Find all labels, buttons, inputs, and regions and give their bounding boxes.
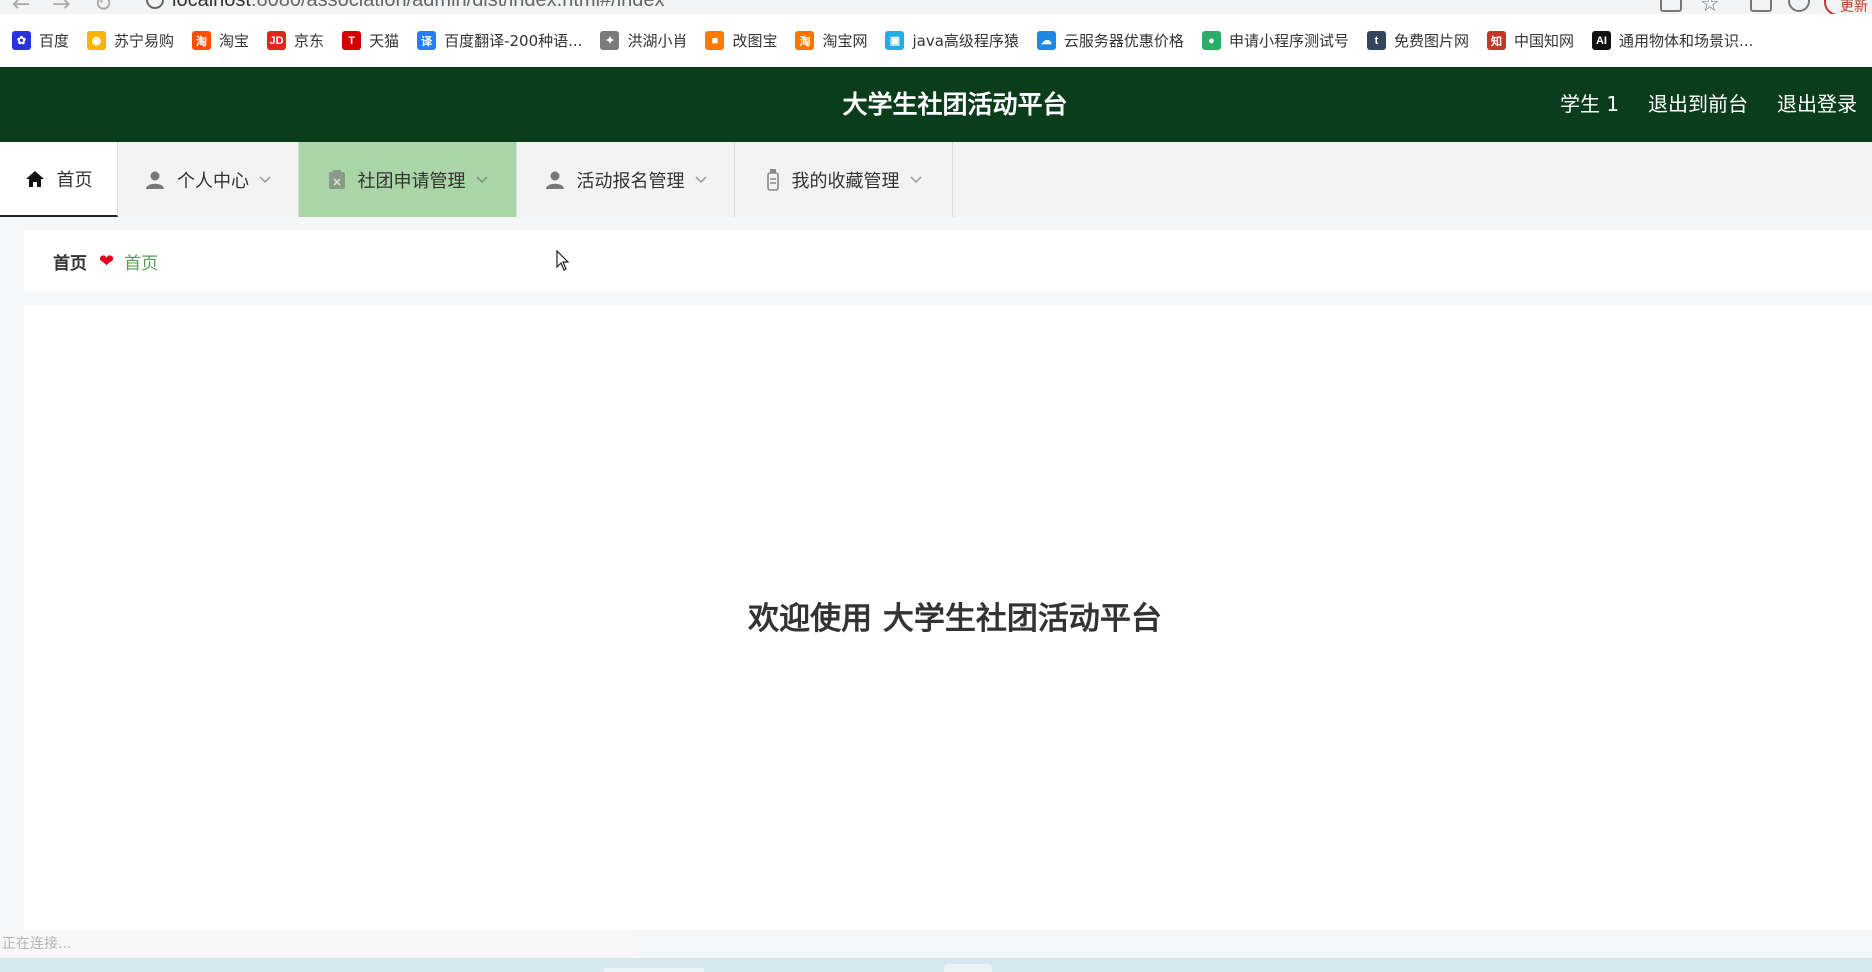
bookmark-item[interactable]: ● 申请小程序测试号	[1201, 14, 1349, 67]
bookmark-item[interactable]: ◉ 苏宁易购	[87, 14, 174, 67]
welcome-message: 欢迎使用 大学生社团活动平台	[748, 601, 1162, 637]
menu-item-activity-signup[interactable]: 活动报名管理	[517, 142, 735, 217]
bookmark-label: 通用物体和场景识...	[1618, 32, 1754, 50]
bookmark-item[interactable]: 淘淘宝	[192, 14, 249, 67]
menu-item-home[interactable]: 首页	[0, 142, 118, 217]
home-icon	[25, 169, 45, 189]
menu-item-personal-center[interactable]: 个人中心	[118, 142, 299, 217]
bookmark-item[interactable]: 淘淘宝网	[795, 14, 867, 67]
url-field[interactable]: localhost:8080/association/admin/dist/in…	[172, 0, 665, 12]
profile-icon[interactable]	[1788, 0, 1810, 12]
bookmark-label: 京东	[294, 32, 325, 50]
baidu-paw-icon: ✿	[12, 31, 31, 50]
bookmark-label: 百度	[39, 32, 70, 50]
bookmark-label: 苏宁易购	[114, 32, 175, 50]
bookmark-label: 免费图片网	[1393, 32, 1469, 50]
menu-item-label: 活动报名管理	[576, 170, 685, 192]
os-taskbar	[0, 958, 1872, 972]
bee-icon: ✦	[600, 31, 620, 50]
baidu-translate-icon: 译	[417, 31, 437, 50]
breadcrumb-current: 首页	[124, 253, 159, 274]
mouse-cursor-icon	[556, 249, 570, 276]
bookmark-item[interactable]: 知中国知网	[1486, 14, 1574, 67]
taobao-net-icon: 淘	[795, 31, 815, 50]
taskbar-item[interactable]	[944, 964, 992, 972]
bookmark-item[interactable]: t 免费图片网	[1366, 14, 1469, 67]
menu-item-label: 个人中心	[177, 170, 249, 192]
current-user-label: 学生 1	[1560, 92, 1620, 116]
bookmark-item[interactable]: ✦ 洪湖小肖	[600, 14, 687, 67]
bookmark-item[interactable]: JD 京东	[267, 14, 324, 67]
back-to-front-link[interactable]: 退出到前台	[1648, 67, 1748, 142]
bookmark-item[interactable]: ■ 改图宝	[705, 14, 777, 67]
tmall-icon: T	[342, 31, 362, 50]
reload-icon[interactable]: ↻	[94, 0, 112, 14]
wechat-icon: ●	[1201, 31, 1221, 50]
clipboard-icon	[328, 169, 346, 190]
heart-icon: ❤	[99, 250, 115, 272]
bookmark-label: 申请小程序测试号	[1228, 32, 1349, 50]
update-button[interactable]: 更新	[1824, 0, 1872, 14]
suning-lion-icon: ◉	[87, 31, 107, 50]
bookmark-item[interactable]: ✿ 百度	[12, 14, 69, 67]
cnki-icon: 知	[1486, 31, 1506, 50]
bookmark-label: java高级程序猿	[912, 32, 1019, 50]
bottle-icon	[766, 168, 780, 191]
bookmark-item[interactable]: AI 通用物体和场景识...	[1591, 14, 1754, 67]
tumblr-icon: t	[1366, 31, 1386, 50]
back-arrow-icon[interactable]: ←	[12, 0, 30, 14]
browser-address-bar: ← → ↻ localhost:8080/association/admin/d…	[0, 0, 1872, 14]
bookmark-item[interactable]: ▣ java高级程序猿	[885, 14, 1019, 67]
bookmark-item[interactable]: ☁ 云服务器优惠价格	[1036, 14, 1184, 67]
bookmark-label: 云服务器优惠价格	[1063, 32, 1184, 50]
bookmark-label: 百度翻译-200种语...	[444, 32, 583, 50]
chevron-down-icon	[475, 175, 488, 184]
bookmark-item[interactable]: T 天猫	[342, 14, 399, 67]
cloud-icon: ☁	[1036, 31, 1056, 50]
menu-item-label: 社团申请管理	[357, 170, 466, 192]
user-icon	[145, 170, 165, 190]
gaitubao-icon: ■	[705, 31, 725, 50]
main-content: 欢迎使用 大学生社团活动平台	[24, 305, 1872, 930]
bookmarks-bar: ✿ 百度 ◉ 苏宁易购淘淘宝 JD 京东 T 天猫译百度翻译-200种语... ✦ 洪湖小肖 ■ 改图…	[0, 14, 1872, 68]
bookmark-label: 天猫	[369, 32, 400, 50]
logout-link[interactable]: 退出登录	[1777, 67, 1857, 142]
menu-item-label: 我的收藏管理	[791, 170, 900, 192]
ai-icon: AI	[1591, 31, 1611, 50]
chevron-down-icon	[909, 175, 922, 184]
breadcrumb-root[interactable]: 首页	[53, 249, 87, 274]
chevron-down-icon	[694, 175, 707, 184]
taobao-icon: 淘	[192, 31, 212, 50]
share-icon[interactable]	[1660, 0, 1682, 12]
user-icon	[545, 170, 565, 190]
menu-item-label: 首页	[56, 169, 93, 191]
main-menu: 首页 个人中心 社团申请管理 活动报名管理 我的收藏管理	[0, 142, 1872, 217]
bookmark-label: 淘宝	[219, 32, 250, 50]
app-header: 大学生社团活动平台 学生 1 退出到前台 退出登录	[0, 67, 1872, 142]
menu-item-favorites[interactable]: 我的收藏管理	[735, 142, 953, 217]
bookmark-item[interactable]: 译百度翻译-200种语...	[417, 14, 582, 67]
bookmark-label: 中国知网	[1513, 32, 1574, 50]
bookmark-label: 改图宝	[732, 32, 778, 50]
browser-status-bar: 正在连接...	[0, 930, 634, 958]
site-info-icon[interactable]	[146, 0, 164, 9]
chevron-down-icon	[259, 175, 271, 184]
menu-item-club-application[interactable]: 社团申请管理	[299, 142, 517, 217]
bilibili-tv-icon: ▣	[885, 31, 905, 50]
bookmark-label: 洪湖小肖	[627, 32, 688, 50]
sidepanel-icon[interactable]	[1750, 0, 1772, 12]
forward-arrow-icon[interactable]: →	[52, 0, 70, 14]
bookmark-label: 淘宝网	[822, 32, 868, 50]
jd-icon: JD	[267, 31, 287, 50]
star-icon[interactable]: ☆	[1700, 0, 1720, 14]
taskbar-item[interactable]	[604, 968, 704, 972]
breadcrumb: 首页 ❤ 首页	[24, 230, 1872, 292]
